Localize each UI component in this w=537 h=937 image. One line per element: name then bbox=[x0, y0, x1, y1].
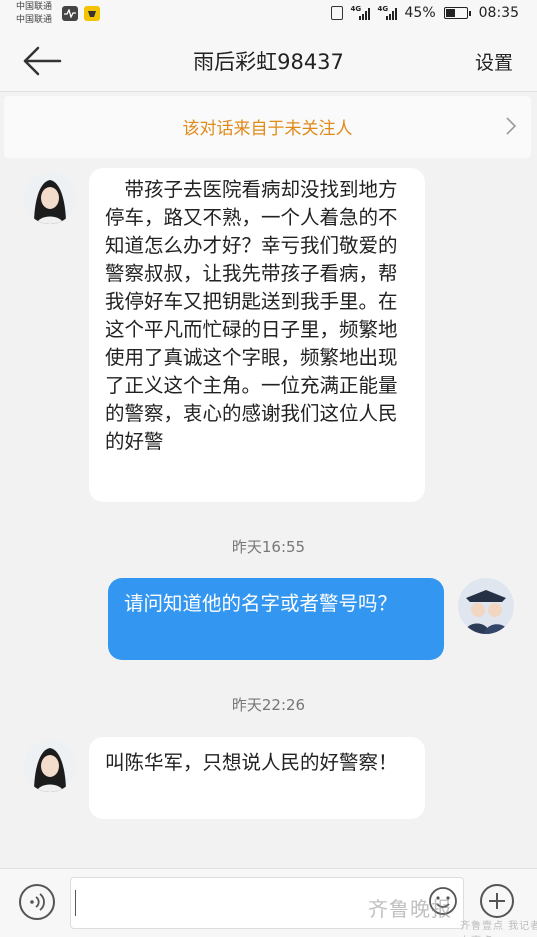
vibrate-icon bbox=[330, 6, 343, 20]
message-bubble-incoming[interactable]: 带孩子去医院看病却没找到地方停车，路又不熟，一个人着急的不知道怎么办才好？幸亏我… bbox=[89, 168, 425, 502]
voice-button[interactable] bbox=[19, 884, 55, 920]
signal-icon-2: 4G bbox=[377, 4, 397, 20]
sender-avatar[interactable] bbox=[24, 172, 76, 224]
nav-bar: 雨后彩虹98437 设置 bbox=[0, 30, 537, 92]
watermark-text: 齐鲁晚报 bbox=[368, 897, 452, 921]
message-timestamp: 昨天22:26 bbox=[231, 696, 306, 714]
app-notification-icon bbox=[84, 6, 100, 21]
conversation-title: 雨后彩虹98437 bbox=[193, 50, 344, 74]
settings-button[interactable]: 设置 bbox=[475, 48, 513, 75]
notification-icons bbox=[62, 6, 100, 21]
network-tag-2: 4G bbox=[377, 4, 389, 13]
carrier-1: 中国联通 bbox=[16, 2, 53, 12]
status-indicators: 4G 4G 45% 08:35 bbox=[330, 4, 519, 21]
status-bar: 中国联通 中国联通 4G 4G 45% 08:35 bbox=[0, 0, 537, 30]
message-bubble-outgoing[interactable]: 请问知道他的名字或者警号吗？ bbox=[108, 578, 444, 660]
message-bubble-incoming[interactable]: 叫陈华军，只想说人民的好警察！ bbox=[89, 737, 425, 819]
plus-icon bbox=[489, 893, 505, 909]
activity-icon bbox=[62, 6, 78, 21]
carrier-2: 中国联通 bbox=[16, 15, 53, 25]
my-avatar[interactable] bbox=[458, 578, 514, 634]
stranger-notice-text: 该对话来自于未关注人 bbox=[182, 119, 353, 139]
battery-icon bbox=[443, 7, 471, 19]
back-button[interactable] bbox=[20, 44, 64, 78]
watermark-subtext: 齐鲁壹点 我记者·上壹点 bbox=[460, 921, 537, 937]
network-tag: 4G bbox=[350, 4, 362, 13]
battery-percent: 45% bbox=[404, 5, 436, 21]
stranger-notice-banner[interactable]: 该对话来自于未关注人 bbox=[4, 96, 531, 158]
more-actions-button[interactable] bbox=[480, 884, 514, 918]
message-timestamp: 昨天16:55 bbox=[231, 538, 306, 556]
clock: 08:35 bbox=[478, 5, 519, 21]
message-text: 带孩子去医院看病却没找到地方停车，路又不熟，一个人着急的不知道怎么办才好？幸亏我… bbox=[105, 178, 398, 453]
message-text: 叫陈华军，只想说人民的好警察！ bbox=[105, 751, 398, 774]
signal-icon: 4G bbox=[350, 4, 370, 20]
carrier-labels: 中国联通 中国联通 bbox=[16, 1, 52, 27]
sender-avatar[interactable] bbox=[24, 740, 76, 792]
message-text: 请问知道他的名字或者警号吗？ bbox=[124, 592, 398, 615]
watermark: 齐鲁晚报 齐鲁壹点 我记者·上壹点 bbox=[368, 893, 537, 937]
battery-fill bbox=[445, 9, 455, 17]
back-arrow-icon bbox=[23, 46, 62, 76]
chevron-right-icon bbox=[506, 117, 517, 135]
voice-icon bbox=[30, 893, 45, 911]
text-caret bbox=[75, 890, 76, 916]
input-bar bbox=[0, 868, 537, 937]
